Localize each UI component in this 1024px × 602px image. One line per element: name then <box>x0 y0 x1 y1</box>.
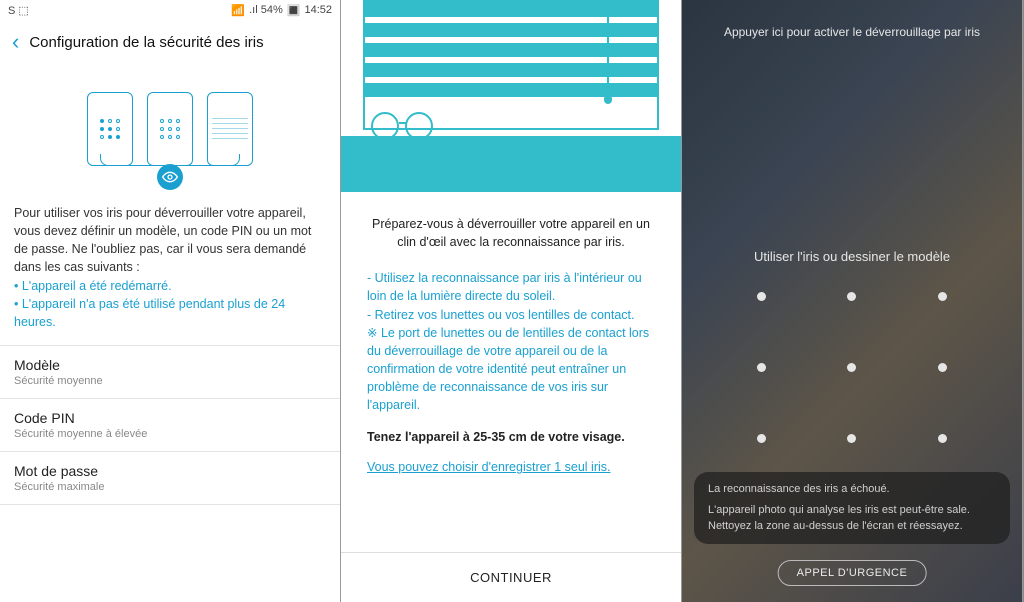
security-illustration <box>0 64 340 194</box>
blinds-illustration <box>341 0 681 195</box>
pattern-dot[interactable] <box>938 434 947 443</box>
info-highlight-1: • L'appareil a été redémarré. <box>14 279 172 293</box>
page-title: Configuration de la sécurité des iris <box>29 34 263 51</box>
emergency-call-button[interactable]: APPEL D'URGENCE <box>778 560 927 586</box>
tips-block: - Utilisez la reconnaissance par iris à … <box>367 269 655 414</box>
status-time: 14:52 <box>304 4 332 16</box>
option-password[interactable]: Mot de passe Sécurité maximale <box>0 452 340 505</box>
pattern-dot[interactable] <box>847 363 856 372</box>
clock: 🔳 <box>287 4 301 17</box>
info-intro: Pour utiliser vos iris pour déverrouille… <box>14 206 311 274</box>
unlock-prompt: Utiliser l'iris ou dessiner le modèle <box>682 249 1022 264</box>
continue-button[interactable]: CONTINUER <box>341 552 681 602</box>
tip-1: - Utilisez la reconnaissance par iris à … <box>367 269 655 305</box>
option-subtitle: Sécurité moyenne à élevée <box>14 428 326 440</box>
screen-lockscreen: Appuyer ici pour activer le déverrouilla… <box>682 0 1023 602</box>
tip-2: - Retirez vos lunettes ou vos lentilles … <box>367 306 655 324</box>
pattern-dot[interactable] <box>757 434 766 443</box>
statusbar-left: S ⬚ <box>8 4 29 17</box>
pattern-dot[interactable] <box>847 292 856 301</box>
statusbar-right: 📶 .ıl 54% 🔳 14:52 <box>231 4 332 17</box>
info-text: Pour utiliser vos iris pour déverrouille… <box>0 194 340 345</box>
iris-failure-toast: La reconnaissance des iris a échoué. L'a… <box>694 472 1010 544</box>
battery-text: .ıl 54% <box>249 4 283 16</box>
security-options-list: Modèle Sécurité moyenne Code PIN Sécurit… <box>0 345 340 505</box>
toast-body: L'appareil photo qui analyse les iris es… <box>708 503 996 534</box>
page-header: ‹ Configuration de la sécurité des iris <box>0 20 340 64</box>
option-pin[interactable]: Code PIN Sécurité moyenne à élevée <box>0 399 340 452</box>
eye-icon <box>157 164 183 190</box>
status-bar: S ⬚ 📶 .ıl 54% 🔳 14:52 <box>0 0 340 20</box>
single-iris-link[interactable]: Vous pouvez choisir d'enregistrer 1 seul… <box>367 458 655 476</box>
option-subtitle: Sécurité maximale <box>14 481 326 493</box>
option-title: Mot de passe <box>14 463 326 479</box>
option-title: Code PIN <box>14 410 326 426</box>
screen-iris-security-config: S ⬚ 📶 .ıl 54% 🔳 14:52 ‹ Configuration de… <box>0 0 341 602</box>
intro-text: Préparez-vous à déverrouiller votre appa… <box>367 215 655 251</box>
info-highlight-2: • L'appareil n'a pas été utilisé pendant… <box>14 297 285 329</box>
tip-3: ※ Le port de lunettes ou de lentilles de… <box>367 324 655 415</box>
option-subtitle: Sécurité moyenne <box>14 375 326 387</box>
screen-iris-instructions: Préparez-vous à déverrouiller votre appa… <box>341 0 682 602</box>
pattern-input[interactable] <box>747 292 957 443</box>
pattern-dot[interactable] <box>938 363 947 372</box>
toast-title: La reconnaissance des iris a échoué. <box>708 482 996 497</box>
hold-distance-text: Tenez l'appareil à 25-35 cm de votre vis… <box>367 428 655 446</box>
iris-activate-prompt[interactable]: Appuyer ici pour activer le déverrouilla… <box>682 0 1022 49</box>
pattern-dot[interactable] <box>757 292 766 301</box>
pattern-dot[interactable] <box>757 363 766 372</box>
signal-icon: 📶 <box>231 4 245 17</box>
pattern-dot[interactable] <box>938 292 947 301</box>
back-icon[interactable]: ‹ <box>12 29 19 55</box>
option-title: Modèle <box>14 357 326 373</box>
glasses-icon <box>367 112 457 142</box>
option-pattern[interactable]: Modèle Sécurité moyenne <box>0 346 340 399</box>
instruction-body: Préparez-vous à déverrouiller votre appa… <box>341 195 681 552</box>
pattern-dot[interactable] <box>847 434 856 443</box>
